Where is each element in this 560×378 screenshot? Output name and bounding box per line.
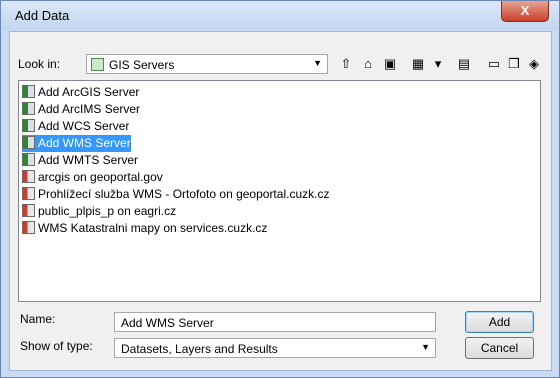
list-item-label: WMS Katastralni mapy on services.cuzk.cz: [38, 221, 268, 235]
list-item[interactable]: Add WMTS Server: [22, 152, 138, 169]
dialog-title: Add Data: [15, 8, 70, 23]
list-item-label: Add WCS Server: [38, 119, 130, 133]
list-item[interactable]: public_plpis_p on eagri.cz: [22, 203, 176, 220]
server-folder-icon: [91, 58, 104, 71]
catalog-icon[interactable]: ▭: [484, 54, 504, 74]
name-value: Add WMS Server: [121, 316, 214, 330]
add-server-icon: [22, 85, 35, 98]
server-connection-icon: [22, 187, 35, 200]
look-in-label: Look in:: [18, 57, 61, 71]
look-in-value: GIS Servers: [109, 58, 175, 72]
list-item[interactable]: Add WMS Server: [22, 135, 131, 152]
connect-folder-icon[interactable]: ▣: [380, 54, 400, 74]
database-icon[interactable]: ◈: [524, 54, 544, 74]
chevron-down-icon: ▼: [313, 58, 322, 68]
server-connection-icon: [22, 204, 35, 217]
show-of-type-combo[interactable]: Datasets, Layers and Results ▼: [114, 338, 436, 358]
name-field[interactable]: Add WMS Server: [114, 312, 436, 332]
add-data-dialog: Add Data X Look in: GIS Servers ▼ ⇧ ⌂ ▣ ▦ ▾ ▤…: [0, 0, 560, 378]
chevron-down-icon: ▼: [421, 342, 430, 352]
list-item-label: Prohlížecí služba WMS - Ortofoto on geop…: [38, 187, 330, 201]
list-item[interactable]: arcgis on geoportal.gov: [22, 169, 163, 186]
add-server-icon: [22, 119, 35, 132]
add-server-icon: [22, 136, 35, 149]
list-item[interactable]: Add ArcIMS Server: [22, 101, 140, 118]
server-connection-icon: [22, 170, 35, 183]
add-server-icon: [22, 153, 35, 166]
new-folder-icon[interactable]: ▤: [454, 54, 474, 74]
list-item-label: arcgis on geoportal.gov: [38, 170, 163, 184]
server-connection-icon: [22, 221, 35, 234]
list-item-label: Add ArcGIS Server: [38, 85, 140, 99]
name-label: Name:: [20, 312, 56, 326]
dialog-body: Look in: GIS Servers ▼ ⇧ ⌂ ▣ ▦ ▾ ▤ ▭ ❐ ◈ Add Arc…: [9, 31, 552, 371]
view-dropdown-icon[interactable]: ▾: [428, 54, 448, 74]
list-item[interactable]: Prohlížecí služba WMS - Ortofoto on geop…: [22, 186, 329, 203]
home-icon[interactable]: ⌂: [358, 54, 378, 74]
look-in-combo[interactable]: GIS Servers ▼: [86, 54, 328, 74]
show-of-type-label: Show of type:: [20, 339, 93, 353]
list-item[interactable]: WMS Katastralni mapy on services.cuzk.cz: [22, 220, 267, 237]
cancel-button[interactable]: Cancel: [465, 337, 534, 359]
toolbox-icon[interactable]: ❐: [504, 54, 524, 74]
title-bar[interactable]: Add Data X: [1, 1, 559, 30]
list-item[interactable]: Add WCS Server: [22, 118, 129, 135]
list-item-label: Add ArcIMS Server: [38, 102, 141, 116]
list-item[interactable]: Add ArcGIS Server: [22, 84, 139, 101]
list-item-label: Add WMTS Server: [38, 153, 139, 167]
show-of-type-value: Datasets, Layers and Results: [121, 342, 278, 356]
close-button[interactable]: X: [501, 1, 549, 22]
view-list-icon[interactable]: ▦: [408, 54, 428, 74]
list-item-label: Add WMS Server: [38, 136, 131, 150]
content-list[interactable]: Add ArcGIS Server Add ArcIMS Server Add WC…: [18, 80, 541, 302]
close-icon: X: [520, 3, 530, 18]
list-item-label: public_plpis_p on eagri.cz: [38, 204, 177, 218]
up-one-level-icon[interactable]: ⇧: [336, 54, 356, 74]
add-button[interactable]: Add: [465, 311, 534, 333]
add-server-icon: [22, 102, 35, 115]
